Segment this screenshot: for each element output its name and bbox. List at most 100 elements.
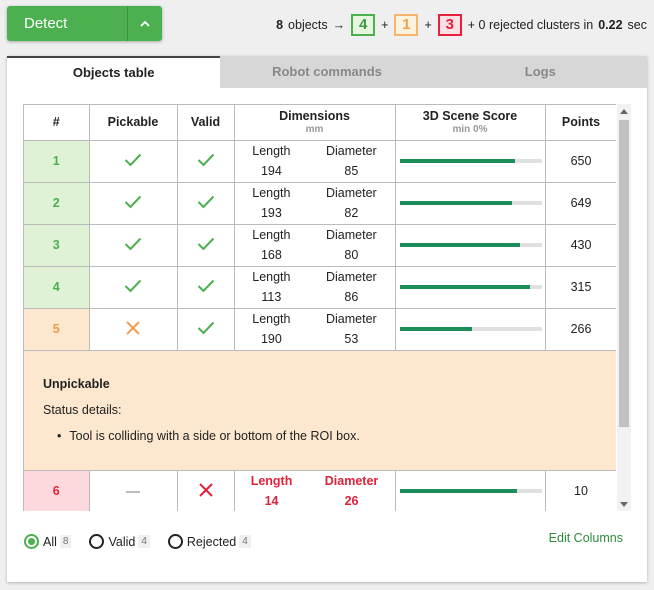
column-header-dimensions[interactable]: Dimensions mm [233,105,396,141]
tab-logs[interactable]: Logs [434,56,647,88]
dimension-length-label: Length [252,270,291,284]
column-header-points[interactable]: Points [544,105,616,141]
dimension-length-label: Length [252,186,291,200]
tab-objects-table[interactable]: Objects table [7,56,221,88]
score-bar-fill [399,159,515,163]
objects-table: # Pickable Valid Dimensions mm 3D Scene … [24,105,616,511]
table-row[interactable]: 2 Length 193 Diameter 82 649 [24,181,616,225]
filter-all-label: All [43,534,57,549]
check-icon [197,195,214,208]
filter-rejected[interactable]: Rejected 4 [167,534,251,549]
column-header-pickable[interactable]: Pickable [88,105,178,141]
table-row[interactable]: 1 Length 194 Diameter 85 650 [24,139,616,183]
summary-time-unit: sec [627,18,647,32]
dimension-length-value: 194 [260,164,282,178]
filter-rejected-label: Rejected [186,534,237,549]
row-dimensions: Length 190 Diameter 53 [233,307,396,351]
dimension-length-label: Length [252,228,291,242]
summary-time: 0.22 [598,18,623,32]
score-bar-fill [399,201,512,205]
results-panel: Objects table Robot commands Logs # Pick… [7,56,647,582]
filter-valid-label: Valid [108,534,136,549]
row-valid [176,469,235,511]
detect-button[interactable]: Detect [7,6,162,41]
filter-rejected-count: 4 [239,535,251,548]
table-row[interactable]: 4 Length 113 Diameter 86 315 [24,265,616,309]
detail-status-label: Status details: [43,402,122,417]
detect-button-label[interactable]: Detect [7,6,127,41]
check-icon [197,237,214,250]
filter-all[interactable]: All 8 [24,534,72,549]
column-header-dimensions-unit: mm [305,124,324,136]
dimension-length-value: 193 [260,206,282,220]
score-bar-fill [399,243,521,247]
radio-selected-icon[interactable] [24,534,39,549]
row-points: 10 [544,469,616,511]
score-bar [399,159,542,163]
row-dimensions: Length 168 Diameter 80 [233,223,396,267]
summary-rejected-badge: 3 [437,14,462,36]
summary-valid-badge: 4 [351,14,376,36]
summary-plus: + [381,18,389,32]
table-row[interactable]: 6 Length 14 Diameter 26 10 [24,469,616,511]
detail-list: Tool is colliding with a side or bottom … [43,429,616,443]
detect-dropdown-toggle[interactable] [128,6,162,41]
detail-list-item: Tool is colliding with a side or bottom … [69,429,616,443]
row-detail: Unpickable Status details: Tool is collidi… [24,349,616,471]
dimension-diameter-label: Diameter [326,186,377,200]
dimension-diameter-value: 53 [344,332,359,346]
cross-icon [126,320,140,335]
filter-valid[interactable]: Valid 4 [89,534,150,549]
filter-all-count: 8 [59,535,72,548]
detail-title: Unpickable [43,376,110,391]
row-pickable [88,265,178,309]
check-icon [124,279,142,292]
top-bar: Detect 8 objects → 4 + 1 + 3 + 0 rejecte… [0,0,654,52]
dimension-length-value: 14 [264,494,279,508]
check-icon [197,321,214,334]
column-header-index[interactable]: # [24,105,90,141]
score-bar [399,201,542,205]
row-index: 1 [24,139,90,183]
scroll-down-arrow-icon[interactable] [617,497,631,511]
row-dimensions: Length 194 Diameter 85 [233,139,396,183]
radio-unselected-icon[interactable] [167,534,183,549]
table-body: 1 Length 194 Diameter 85 650 2 Length 193 Diamete… [24,139,616,511]
dimension-diameter-value: 80 [344,248,359,262]
dimension-length-value: 113 [261,290,282,304]
column-header-score[interactable]: 3D Scene Score min 0% [394,105,546,141]
row-index: 3 [24,223,90,267]
check-icon [124,153,142,166]
detection-summary: 8 objects → 4 + 1 + 3 + 0 rejected clust… [276,13,647,37]
check-icon [124,237,142,250]
row-index: 4 [24,265,90,309]
row-points: 315 [544,265,616,309]
dimension-diameter-value: 82 [344,206,359,220]
row-score [394,265,546,309]
row-pickable [88,307,178,351]
row-points: 650 [544,139,616,183]
dimension-length-value: 190 [260,332,282,346]
radio-unselected-icon[interactable] [89,534,105,549]
table-row[interactable]: 5 Length 190 Diameter 53 266 [24,307,616,351]
tab-robot-commands[interactable]: Robot commands [220,56,433,88]
chevron-up-icon [140,20,150,27]
edit-columns-link[interactable]: Edit Columns [549,531,623,545]
summary-unpickable-badge: 1 [394,14,419,36]
scrollbar-thumb[interactable] [619,120,629,427]
row-valid [176,139,235,183]
row-points: 649 [544,181,616,225]
row-pickable [88,181,178,225]
row-points: 266 [544,307,616,351]
dimension-diameter-value: 85 [344,164,359,178]
scroll-up-arrow-icon[interactable] [617,104,631,118]
dimension-length-label: Length [252,312,291,326]
row-pickable [88,469,178,511]
row-points: 430 [544,223,616,267]
score-bar [399,327,542,331]
table-scrollbar[interactable] [617,104,631,511]
table-row[interactable]: 3 Length 168 Diameter 80 430 [24,223,616,267]
column-header-valid[interactable]: Valid [176,105,235,141]
score-bar [399,489,542,493]
filter-valid-count: 4 [138,535,150,548]
